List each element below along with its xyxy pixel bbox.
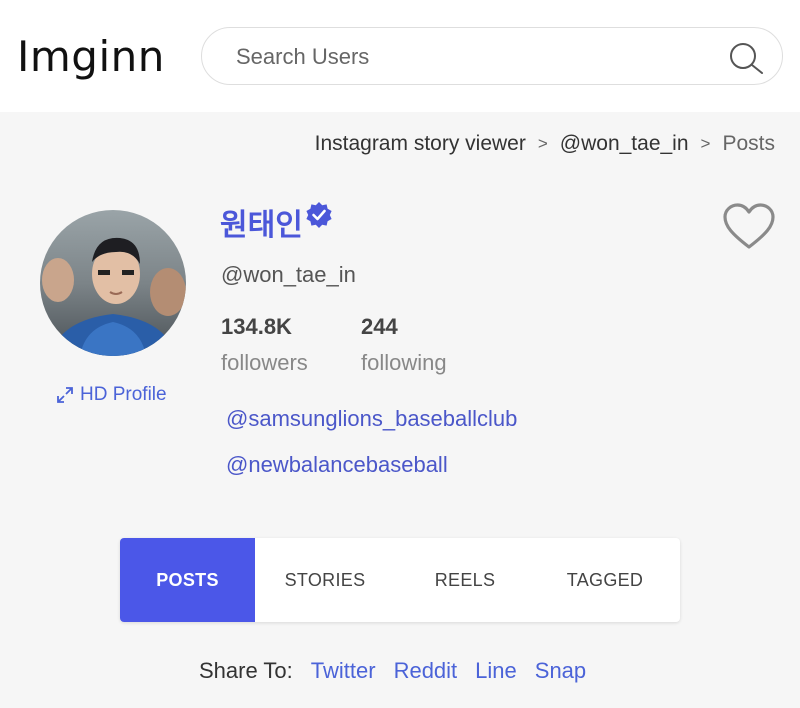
heart-icon[interactable]	[722, 202, 776, 252]
expand-icon	[57, 387, 73, 403]
followers-label: followers	[221, 350, 308, 375]
breadcrumb-current: Posts	[722, 132, 775, 155]
hd-profile-link[interactable]: HD Profile	[56, 384, 167, 406]
search-box[interactable]	[201, 27, 783, 85]
breadcrumb-separator: >	[700, 134, 711, 153]
followers-count: 134.8K	[221, 314, 292, 339]
following-count: 244	[361, 314, 398, 339]
profile-name: 원태인	[220, 200, 333, 244]
share-reddit-link[interactable]: Reddit	[394, 658, 458, 684]
breadcrumb-separator: >	[537, 134, 548, 153]
search-input[interactable]	[236, 40, 706, 74]
breadcrumb-home[interactable]: Instagram story viewer	[315, 132, 526, 156]
breadcrumb-user[interactable]: @won_tae_in	[560, 132, 689, 156]
breadcrumb: Instagram story viewer > @won_tae_in > P…	[315, 132, 775, 156]
tab-posts[interactable]: POSTS	[120, 538, 255, 622]
bio-link[interactable]: @newbalancebaseball	[226, 452, 448, 478]
avatar[interactable]	[40, 210, 186, 356]
tab-stories[interactable]: STORIES	[255, 538, 395, 622]
hd-profile-label: HD Profile	[80, 384, 167, 405]
profile-tabs: POSTS STORIES REELS TAGGED	[120, 538, 680, 622]
tab-tagged[interactable]: TAGGED	[535, 538, 675, 622]
share-label: Share To:	[199, 658, 293, 683]
verified-badge-icon	[306, 202, 332, 228]
share-line-link[interactable]: Line	[475, 658, 517, 684]
share-snap-link[interactable]: Snap	[535, 658, 586, 684]
search-icon[interactable]	[728, 41, 764, 75]
profile-name-text: 원태인	[220, 208, 303, 243]
bio-link[interactable]: @samsunglions_baseballclub	[226, 406, 517, 432]
logo[interactable]: Imginn	[17, 32, 165, 81]
profile-handle: @won_tae_in	[221, 262, 356, 287]
header: Imginn	[0, 0, 800, 112]
tab-reels[interactable]: REELS	[395, 538, 535, 622]
share-bar: Share To: Twitter Reddit Line Snap	[199, 658, 586, 684]
share-twitter-link[interactable]: Twitter	[311, 658, 376, 684]
following-label: following	[361, 350, 447, 375]
